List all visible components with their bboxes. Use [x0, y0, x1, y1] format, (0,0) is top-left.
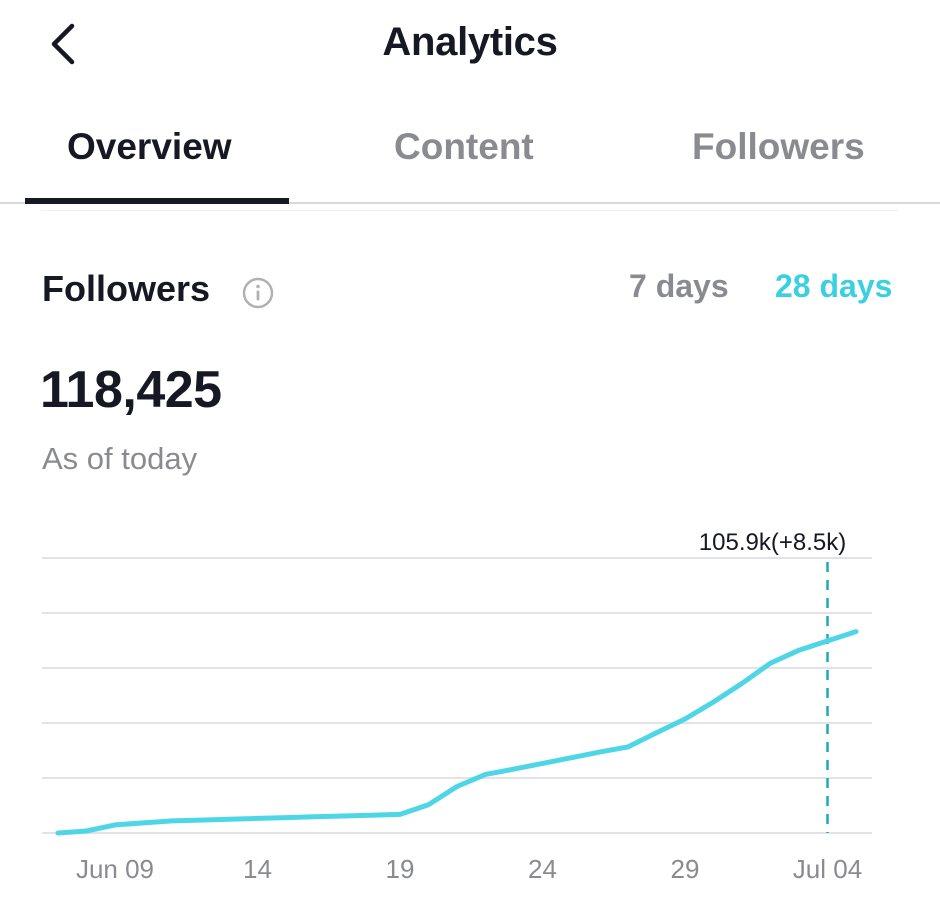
info-icon[interactable] — [242, 277, 274, 309]
follower-total: 118,425 — [40, 361, 222, 419]
active-tab-indicator — [25, 198, 289, 204]
x-tick-label: 14 — [243, 854, 272, 884]
tab-bar: Overview Content Followers — [0, 120, 940, 204]
selected-day-label: 105.9k(+8.5k) — [699, 529, 846, 556]
tab-overview[interactable]: Overview — [67, 126, 232, 168]
followers-section-title: Followers — [42, 268, 211, 309]
followers-line — [55, 629, 859, 836]
range-28-days[interactable]: 28 days — [775, 268, 892, 305]
x-tick-label: 24 — [528, 854, 557, 884]
x-tick-label: 19 — [386, 854, 415, 884]
followers-chart[interactable]: 105.9k(+8.5k) Jun 09 14 19 24 29 Jul 04 — [0, 520, 940, 923]
x-tick-label: Jul 04 — [793, 854, 862, 884]
tab-followers[interactable]: Followers — [692, 126, 865, 168]
tab-content[interactable]: Content — [394, 126, 534, 168]
x-tick-label: 29 — [671, 854, 700, 884]
chart-grid — [42, 557, 872, 834]
section-divider — [42, 210, 898, 211]
x-tick-label: Jun 09 — [76, 854, 154, 884]
page-title: Analytics — [382, 20, 558, 64]
follower-total-caption: As of today — [42, 441, 198, 476]
range-7-days[interactable]: 7 days — [629, 268, 729, 305]
